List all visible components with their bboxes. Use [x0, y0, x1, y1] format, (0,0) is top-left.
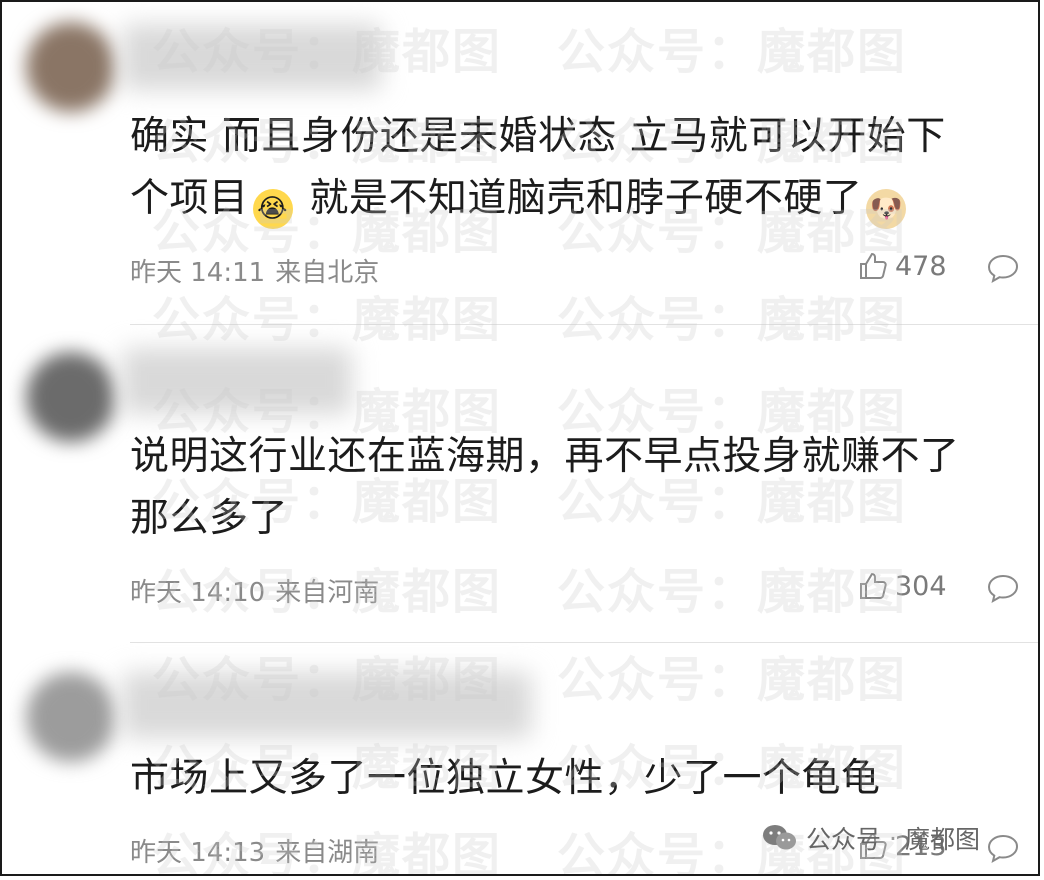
comment-text: 说明这行业还在蓝海期，再不早点投身就赚不了 那么多了	[130, 426, 1030, 550]
avatar[interactable]	[26, 22, 116, 112]
like-count: 304	[895, 570, 947, 602]
comment-text: 市场上又多了一位独立女性，少了一个龟龟	[130, 748, 1030, 810]
username-blurred[interactable]	[122, 672, 532, 738]
wechat-icon	[763, 825, 796, 850]
comment-text-line: 个项目 😭 就是不知道脑壳和脖子硬不硬了 🐶	[130, 168, 1030, 230]
comment-text-line: 那么多了	[130, 496, 289, 541]
watermark: 公众号：魔都图	[557, 652, 908, 708]
watermark: 公众号：魔都图	[557, 292, 908, 348]
comment-meta: 昨天 14:10 来自河南	[130, 572, 389, 609]
comment-text-line: 说明这行业还在蓝海期，再不早点投身就赚不了	[130, 434, 960, 479]
like-button[interactable]: 304	[857, 570, 947, 602]
comment-text: 确实 而且身份还是未婚状态 立马就可以开始下 个项目 😭 就是不知道脑壳和脖子硬不…	[130, 106, 1030, 230]
corner-watermark-brand: 魔都图	[904, 825, 980, 854]
username-blurred[interactable]	[122, 348, 352, 414]
doge-emoji-icon: 🐶	[866, 189, 907, 229]
reply-bubble-icon[interactable]	[986, 832, 1020, 864]
watermark: 公众号：魔都图	[152, 292, 503, 348]
avatar[interactable]	[26, 672, 116, 762]
watermark: 公众号：魔都图	[557, 24, 908, 80]
comment-time: 昨天 14:11	[130, 258, 266, 288]
comment-list: 确实 而且身份还是未婚状态 立马就可以开始下 个项目 😭 就是不知道脑壳和脖子硬不…	[0, 0, 1040, 876]
like-button[interactable]: 478	[857, 250, 947, 282]
divider	[130, 324, 1038, 325]
reply-bubble-icon[interactable]	[986, 572, 1020, 604]
avatar[interactable]	[26, 352, 116, 442]
comment-text-line: 市场上又多了一位独立女性，少了一个龟龟	[130, 756, 881, 801]
divider	[130, 642, 1038, 643]
comment-location: 来自湖南	[275, 838, 380, 868]
corner-watermark-label: 公众号	[806, 825, 882, 854]
comment-meta: 昨天 14:11 来自北京	[130, 252, 389, 289]
comment-meta: 昨天 14:13 来自湖南	[130, 832, 389, 869]
username-blurred[interactable]	[122, 24, 382, 90]
corner-watermark-separator: ·	[889, 823, 897, 853]
thumbs-up-icon	[860, 252, 887, 279]
comment-time: 昨天 14:13	[130, 838, 266, 868]
comment-location: 来自河南	[275, 578, 380, 608]
like-count: 478	[895, 250, 947, 282]
reply-bubble-icon[interactable]	[986, 252, 1020, 284]
corner-watermark: 公众号 · 魔都图	[762, 820, 980, 856]
comment-location: 来自北京	[275, 258, 380, 288]
comment-time: 昨天 14:10	[130, 578, 266, 608]
thumbs-up-icon	[860, 572, 887, 599]
crying-emoji-icon: 😭	[252, 189, 293, 229]
comment-text-line: 确实 而且身份还是未婚状态 立马就可以开始下	[130, 114, 946, 159]
watermark: 公众号：魔都图	[557, 564, 908, 620]
